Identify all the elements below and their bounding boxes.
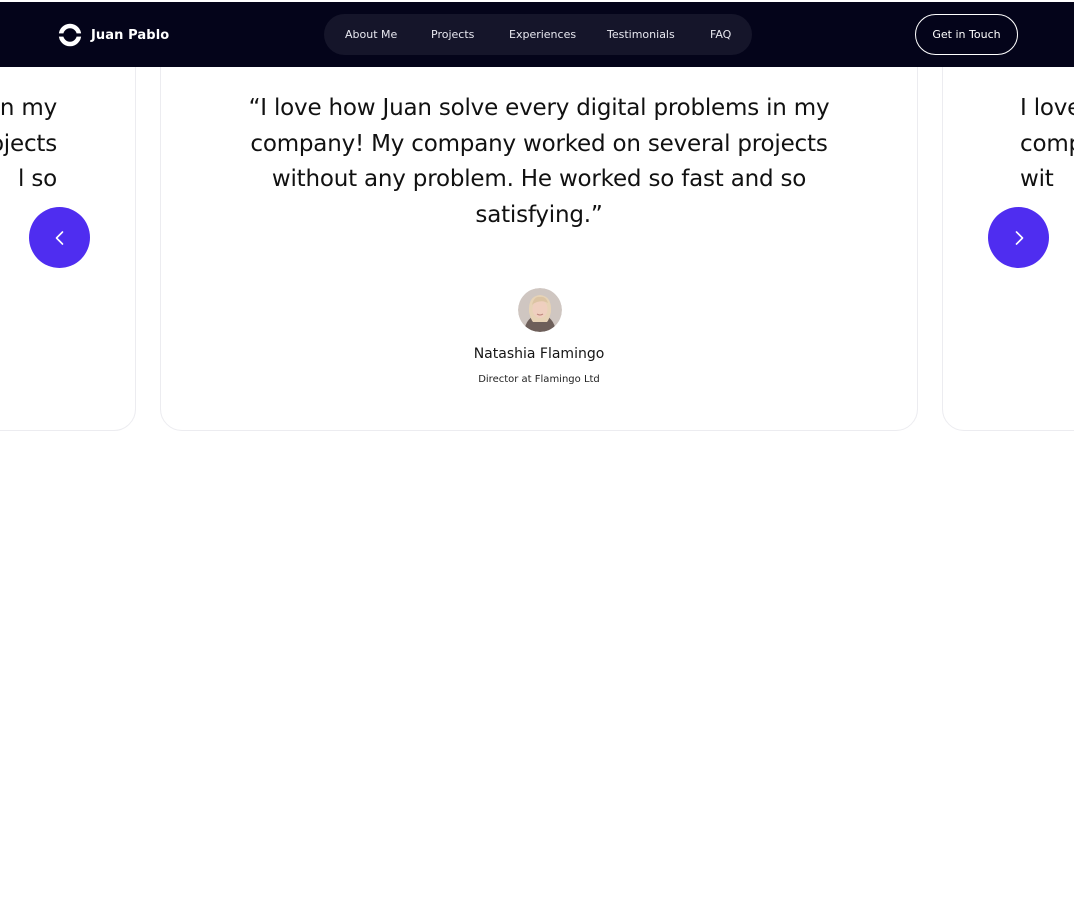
quote-line: satisfying.” xyxy=(475,201,603,228)
testimonial-quote: “I love how Juan solve every digital pro… xyxy=(161,91,917,233)
chevron-right-icon xyxy=(1015,230,1023,245)
testimonial-quote-next: I love comp wit xyxy=(943,91,1074,198)
author-name: Natashia Flamingo xyxy=(473,346,605,362)
nav-link-testimonials[interactable]: Testimonials xyxy=(607,14,675,55)
nav-link-projects[interactable]: Projects xyxy=(431,14,474,55)
quote-line: wit xyxy=(1020,166,1054,192)
quote-line: comp xyxy=(1020,130,1074,157)
quote-line: ojects xyxy=(0,130,57,157)
author-avatar xyxy=(518,288,562,332)
nav-link-experiences[interactable]: Experiences xyxy=(509,14,576,55)
quote-line: n my xyxy=(0,95,57,121)
get-in-touch-button[interactable]: Get in Touch xyxy=(915,14,1018,55)
previous-testimonial-button[interactable] xyxy=(29,207,90,268)
brand-name: Juan Pablo xyxy=(91,27,170,43)
page: Juan Pablo About Me Projects Experiences… xyxy=(0,0,1074,913)
quote-line: company! My company worked on several pr… xyxy=(250,130,828,157)
top-navbar: Juan Pablo About Me Projects Experiences… xyxy=(0,2,1074,67)
testimonial-quote-previous: n my ojects l so xyxy=(0,91,135,198)
quote-line: I love xyxy=(1020,95,1074,121)
quote-line: “I love how Juan solve every digital pro… xyxy=(248,95,830,121)
brand-logo-icon xyxy=(58,23,82,47)
quote-line: l so xyxy=(18,166,57,192)
author-role: Director at Flamingo Ltd xyxy=(478,374,600,385)
quote-line: without any problem. He worked so fast a… xyxy=(271,166,807,192)
chevron-left-icon xyxy=(55,230,63,245)
next-testimonial-button[interactable] xyxy=(988,207,1049,268)
main-nav: About Me Projects Experiences Testimonia… xyxy=(324,14,752,55)
nav-link-faq[interactable]: FAQ xyxy=(710,14,731,55)
nav-link-about-me[interactable]: About Me xyxy=(345,14,397,55)
testimonial-card-current: “I love how Juan solve every digital pro… xyxy=(160,40,918,431)
brand-link[interactable]: Juan Pablo xyxy=(58,22,169,48)
